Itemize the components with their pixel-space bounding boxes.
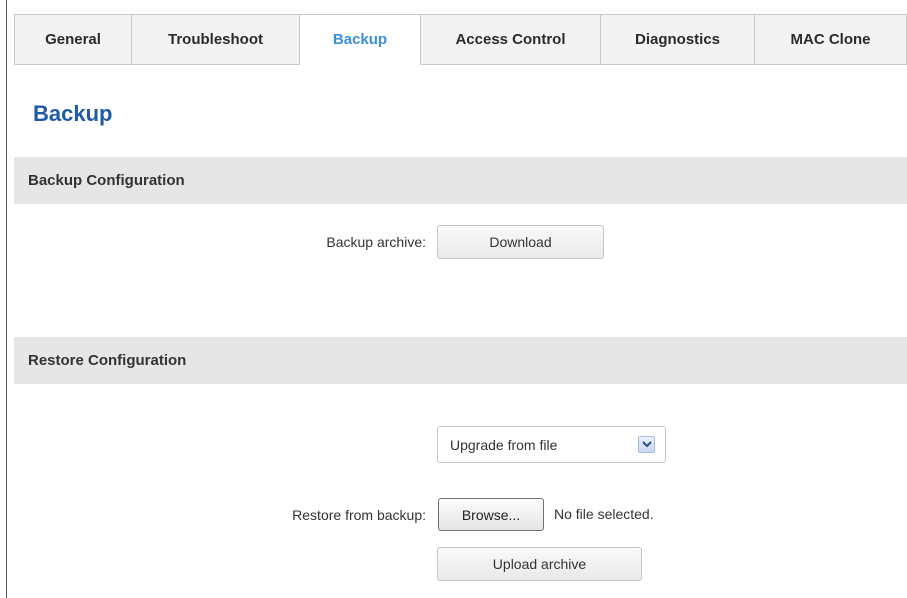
file-status-text: No file selected. bbox=[554, 506, 654, 522]
tab-backup[interactable]: Backup bbox=[300, 15, 421, 65]
backup-configuration-header: Backup Configuration bbox=[14, 157, 907, 204]
restore-mode-selected-value: Upgrade from file bbox=[450, 436, 558, 453]
chevron-down-icon[interactable] bbox=[638, 436, 655, 453]
left-divider bbox=[6, 0, 7, 598]
tab-troubleshoot[interactable]: Troubleshoot bbox=[132, 15, 300, 65]
restore-mode-select[interactable]: Upgrade from file bbox=[437, 426, 666, 463]
backup-page: General Troubleshoot Backup Access Contr… bbox=[0, 0, 907, 598]
tab-mac-clone[interactable]: MAC Clone bbox=[755, 15, 907, 65]
tab-general[interactable]: General bbox=[14, 15, 132, 65]
tab-bar: General Troubleshoot Backup Access Contr… bbox=[14, 14, 907, 65]
upload-archive-button[interactable]: Upload archive bbox=[437, 547, 642, 581]
restore-configuration-header: Restore Configuration bbox=[14, 337, 907, 384]
tab-access-control[interactable]: Access Control bbox=[421, 15, 601, 65]
restore-from-backup-label: Restore from backup: bbox=[292, 507, 426, 523]
page-title: Backup bbox=[33, 101, 113, 126]
tab-diagnostics[interactable]: Diagnostics bbox=[601, 15, 755, 65]
browse-button[interactable]: Browse... bbox=[438, 498, 544, 531]
backup-archive-label: Backup archive: bbox=[326, 234, 426, 250]
download-button[interactable]: Download bbox=[437, 225, 604, 259]
